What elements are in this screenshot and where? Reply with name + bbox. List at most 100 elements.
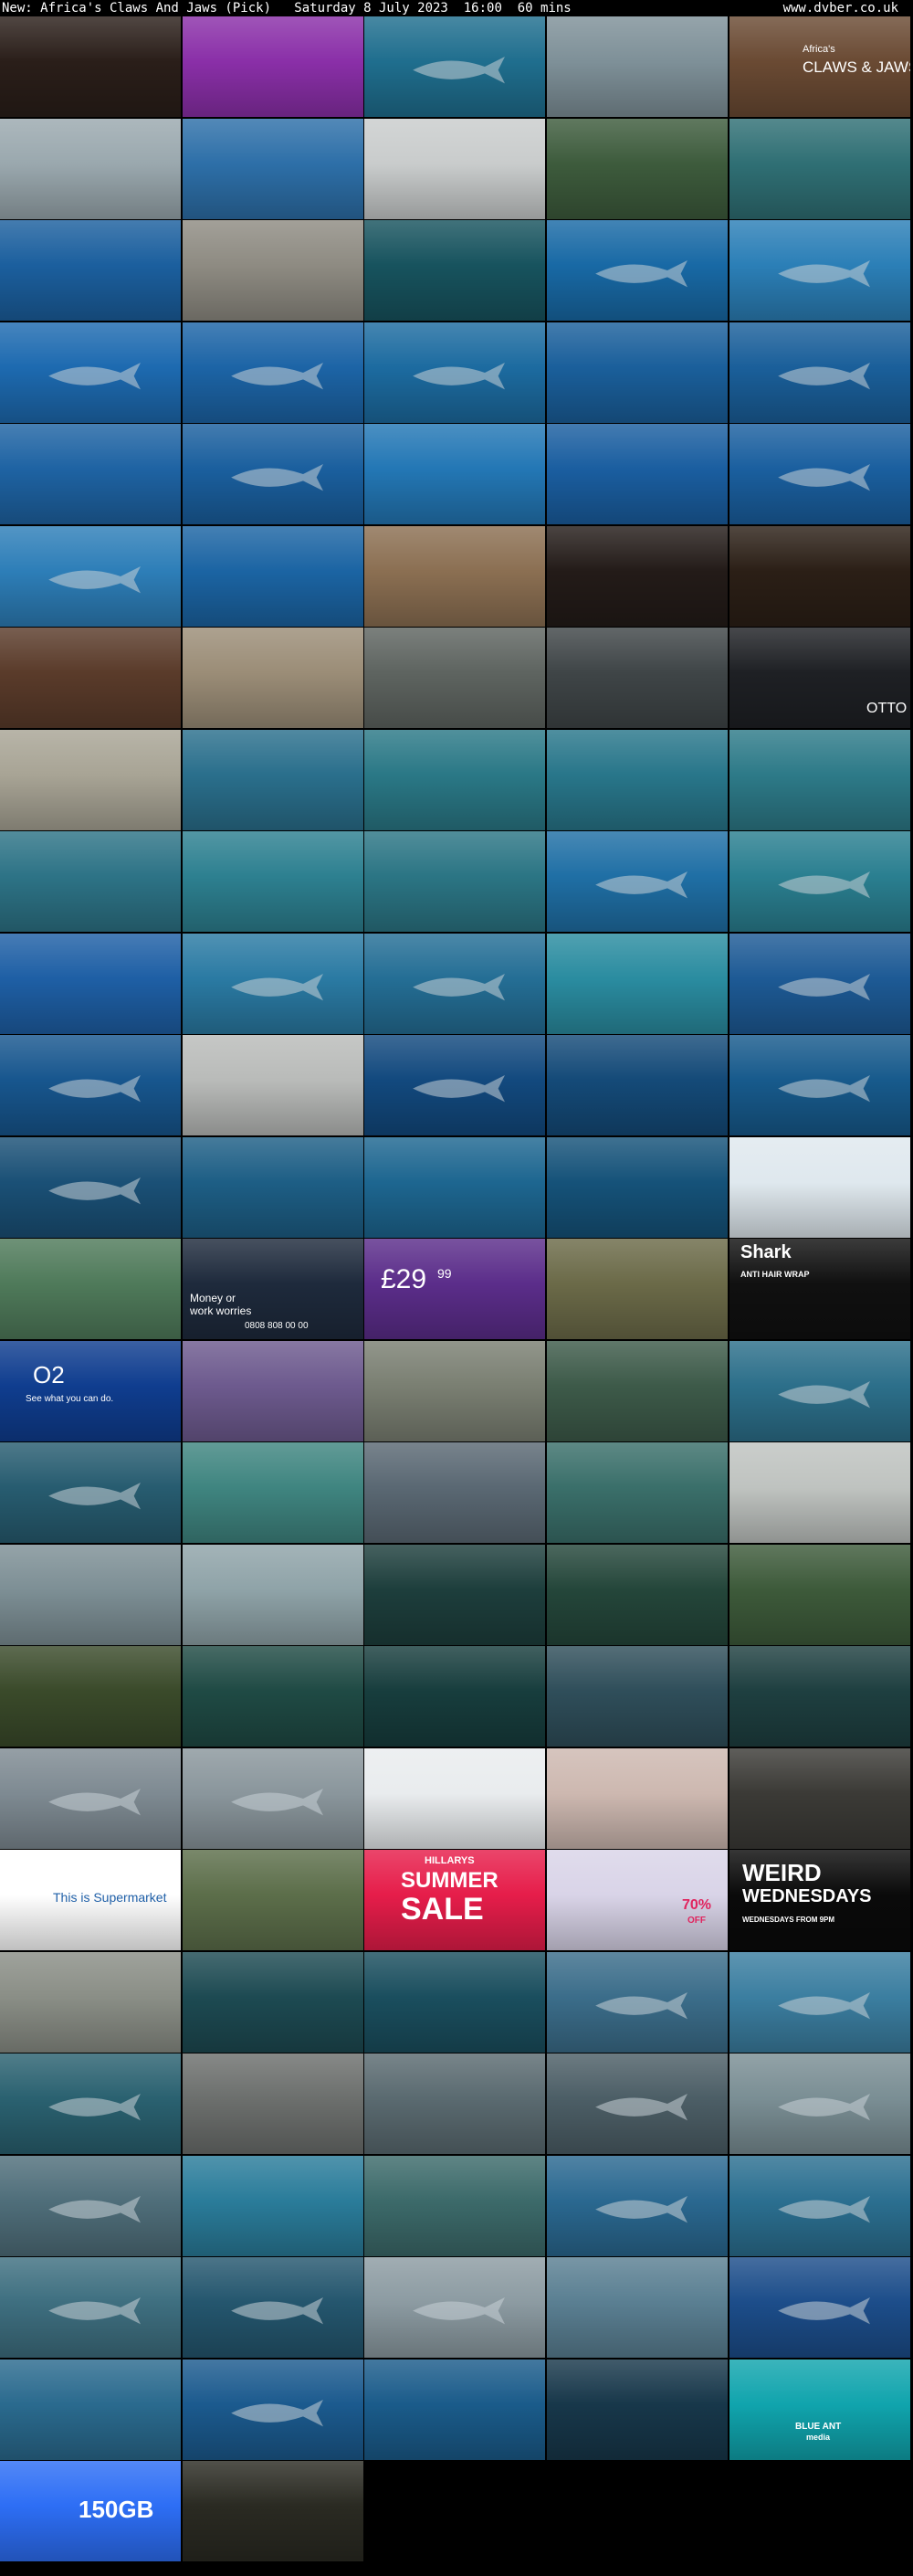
thumbnail-water[interactable] (183, 1952, 363, 2053)
thumbnail-shark-under[interactable] (364, 16, 545, 117)
thumbnail-shark[interactable] (547, 1952, 728, 2053)
thumbnail-reef[interactable] (0, 831, 181, 932)
thumbnail-reef[interactable] (547, 1646, 728, 1747)
thumbnail-price-ad[interactable]: £29 99 (364, 1239, 545, 1339)
thumbnail-marie-curie-ad[interactable] (729, 1748, 910, 1849)
thumbnail-water[interactable] (547, 1442, 728, 1543)
thumbnail-sea-surface[interactable] (547, 16, 728, 117)
thumbnail-shark-breach[interactable] (547, 2053, 728, 2154)
thumbnail-water[interactable] (183, 1137, 363, 1238)
thumbnail-aerial[interactable] (547, 1239, 728, 1339)
thumbnail-projector[interactable] (183, 2461, 363, 2561)
thumbnail-seal[interactable] (0, 1952, 181, 2053)
thumbnail-diver[interactable] (0, 220, 181, 321)
thumbnail-product-ad[interactable] (364, 1748, 545, 1849)
thumbnail-diver-shore[interactable] (0, 119, 181, 219)
thumbnail-cat[interactable] (183, 16, 363, 117)
thumbnail-beach[interactable] (0, 730, 181, 830)
thumbnail-reef[interactable] (364, 730, 545, 830)
thumbnail-surfer[interactable] (0, 1545, 181, 1645)
thumbnail-diver[interactable] (364, 2360, 545, 2460)
thumbnail-kelp[interactable] (364, 1545, 545, 1645)
thumbnail-fish[interactable] (183, 2156, 363, 2256)
thumbnail-kelp[interactable] (364, 1646, 545, 1747)
thumbnail-shark[interactable] (183, 322, 363, 423)
thumbnail-shark[interactable] (0, 526, 181, 627)
thumbnail-sea-surface[interactable] (547, 2257, 728, 2358)
thumbnail-blue-ant[interactable]: BLUE ANT media (729, 2360, 910, 2460)
thumbnail-divers[interactable] (0, 2360, 181, 2460)
thumbnail-reef[interactable] (364, 220, 545, 321)
thumbnail-people[interactable] (183, 1850, 363, 1950)
thumbnail-beach[interactable] (364, 119, 545, 219)
thumbnail-shark[interactable] (729, 1341, 910, 1441)
thumbnail-kelp[interactable] (729, 1545, 910, 1645)
thumbnail-boat[interactable] (183, 1035, 363, 1135)
thumbnail-water[interactable] (547, 424, 728, 524)
thumbnail-kelp[interactable] (0, 1646, 181, 1747)
thumbnail-market[interactable] (183, 628, 363, 728)
thumbnail-water[interactable] (547, 1137, 728, 1238)
thumbnail-shark[interactable] (729, 220, 910, 321)
thumbnail-shark[interactable] (364, 934, 545, 1034)
thumbnail-shark-breach[interactable] (729, 2053, 910, 2154)
thumbnail-person-coast[interactable] (729, 1442, 910, 1543)
thumbnail-crocodile[interactable] (364, 1341, 545, 1441)
thumbnail-title-card[interactable]: Africa's CLAWS & JAWS (729, 16, 910, 117)
thumbnail-dolphin[interactable] (183, 1748, 363, 1849)
thumbnail-building[interactable] (364, 526, 545, 627)
thumbnail-tv-ad[interactable] (547, 628, 728, 728)
thumbnail-lenor-ad[interactable] (729, 1137, 910, 1238)
thumbnail-people[interactable] (547, 1748, 728, 1849)
thumbnail-person-coast[interactable] (183, 1545, 363, 1645)
thumbnail-shark[interactable] (547, 220, 728, 321)
thumbnail-macmillan-ad[interactable]: Money or work worries 0808 808 00 00 (183, 1239, 363, 1339)
thumbnail-sea-surface[interactable] (547, 934, 728, 1034)
thumbnail-shark[interactable] (729, 322, 910, 423)
thumbnail-water[interactable] (0, 424, 181, 524)
thumbnail-boat[interactable] (364, 2156, 545, 2256)
thumbnail-shark[interactable] (183, 424, 363, 524)
thumbnail-whale-shark[interactable] (729, 1035, 910, 1135)
thumbnail-tv-ad[interactable] (547, 526, 728, 627)
thumbnail-shark-ad[interactable]: Shark ANTI HAIR WRAP (729, 1239, 910, 1339)
thumbnail-whale-shark[interactable] (364, 1035, 545, 1135)
thumbnail-shark[interactable] (183, 2360, 363, 2460)
thumbnail-shark-breach[interactable] (364, 2257, 545, 2358)
thumbnail-shark[interactable] (729, 2156, 910, 2256)
thumbnail-sea-surface[interactable] (364, 2053, 545, 2154)
thumbnail-people[interactable] (183, 1341, 363, 1441)
thumbnail-shark[interactable] (729, 831, 910, 932)
thumbnail-coast[interactable] (183, 1442, 363, 1543)
thumbnail-ad-people[interactable] (729, 526, 910, 627)
thumbnail-river[interactable] (0, 1239, 181, 1339)
thumbnail-beach[interactable] (183, 220, 363, 321)
thumbnail-shark[interactable] (0, 2053, 181, 2154)
thumbnail-studio-ad[interactable]: 70% OFF (547, 1850, 728, 1950)
thumbnail-shark[interactable] (183, 934, 363, 1034)
thumbnail-kelp[interactable] (547, 1545, 728, 1645)
thumbnail-aerial[interactable] (547, 1341, 728, 1441)
thumbnail-infographic[interactable] (364, 424, 545, 524)
thumbnail-diver[interactable] (547, 322, 728, 423)
thumbnail-water[interactable] (183, 526, 363, 627)
thumbnail-water[interactable] (364, 1137, 545, 1238)
thumbnail-weird-wed[interactable]: WEIRD WEDNESDAYS WEDNESDAYS FROM 9PM (729, 1850, 910, 1950)
thumbnail-kelp[interactable] (729, 1646, 910, 1747)
thumbnail-shark[interactable] (547, 2156, 728, 2256)
thumbnail-food[interactable] (0, 16, 181, 117)
thumbnail-crowd[interactable] (0, 628, 181, 728)
thumbnail-shark[interactable] (729, 1952, 910, 2053)
thumbnail-reef[interactable] (183, 730, 363, 830)
thumbnail-shark[interactable] (729, 2257, 910, 2358)
thumbnail-diver[interactable] (547, 2360, 728, 2460)
thumbnail-water[interactable] (183, 831, 363, 932)
thumbnail-kelp[interactable] (183, 1646, 363, 1747)
thumbnail-surfer[interactable] (183, 119, 363, 219)
thumbnail-seals-rock[interactable] (183, 2053, 363, 2154)
thumbnail-sim-ad[interactable]: 150GB (0, 2461, 181, 2561)
thumbnail-shark[interactable] (0, 322, 181, 423)
thumbnail-o2-ad[interactable]: O2 See what you can do. (0, 1341, 181, 1441)
thumbnail-otto[interactable]: OTTO (729, 628, 910, 728)
thumbnail-water[interactable] (547, 1035, 728, 1135)
